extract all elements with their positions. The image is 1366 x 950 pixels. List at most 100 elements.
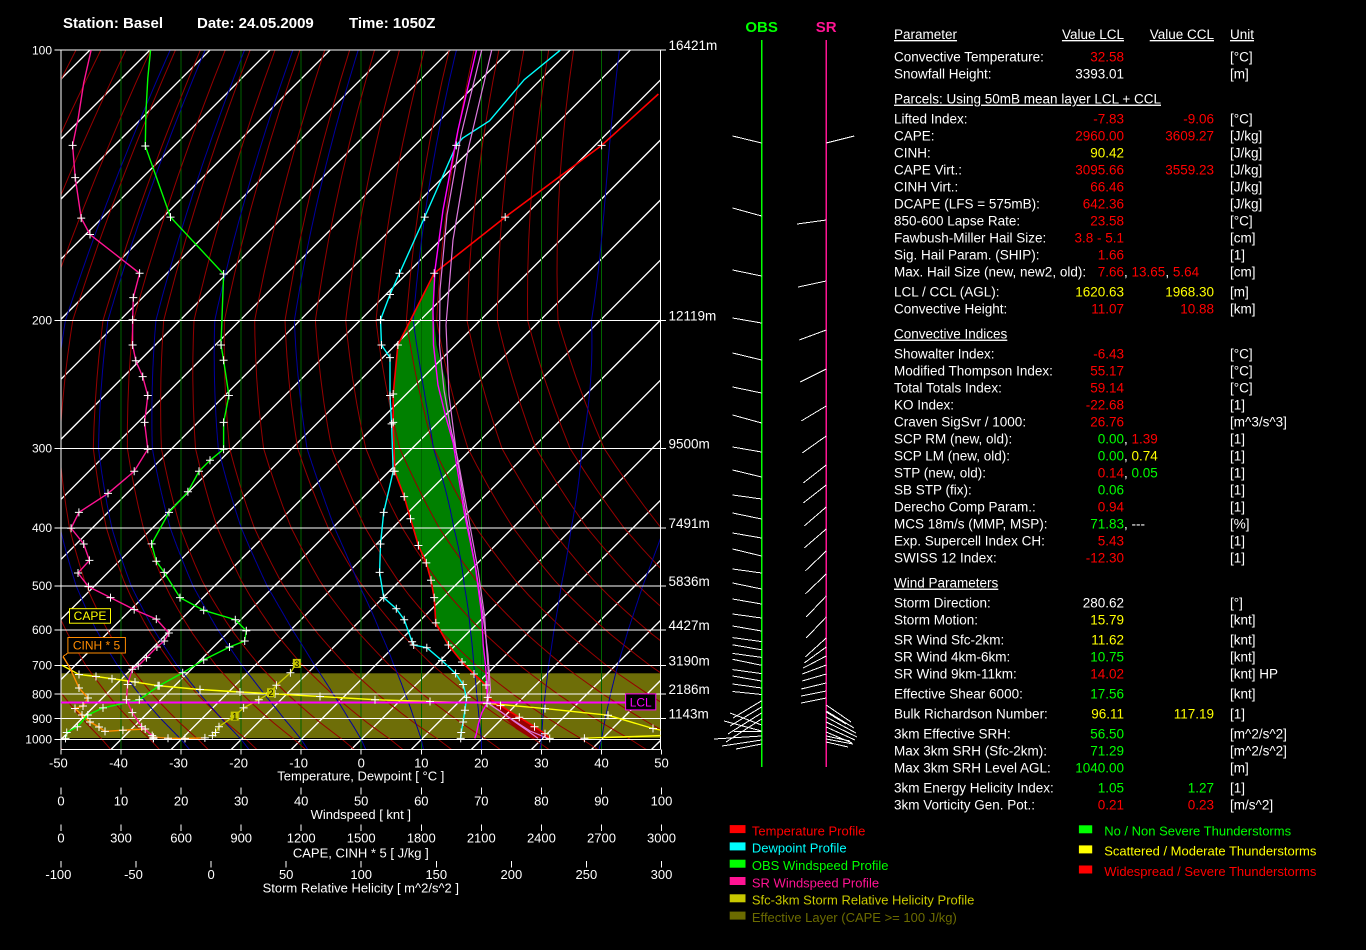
svg-text:0.06: 0.06 [1098,483,1124,498]
svg-text:20: 20 [174,793,188,808]
svg-text:KO Index:: KO Index: [894,398,954,413]
svg-text:0.14: 0.14 [1098,466,1125,481]
svg-text:Temperature, Dewpoint [ °C ]: Temperature, Dewpoint [ °C ] [277,769,444,784]
svg-text:1800: 1800 [407,830,436,845]
svg-text:Dewpoint Profile: Dewpoint Profile [752,841,847,856]
svg-text:, 1.39: , 1.39 [1124,432,1158,447]
svg-text:3190m: 3190m [669,653,710,668]
svg-text:3km Effective SRH:: 3km Effective SRH: [894,727,1011,742]
svg-text:Sig. Hail Param. (SHIP):: Sig. Hail Param. (SHIP): [894,248,1040,263]
svg-text:1000: 1000 [25,733,52,747]
svg-text:Convective Height:: Convective Height: [894,302,1007,317]
svg-text:40: 40 [594,755,608,770]
svg-text:Scattered / Moderate Thunderst: Scattered / Moderate Thunderstorms [1104,844,1317,859]
svg-text:700: 700 [32,659,52,673]
svg-text:2: 2 [268,688,273,698]
svg-text:[1]: [1] [1230,551,1245,566]
svg-text:[1]: [1] [1230,449,1245,464]
svg-text:-12.30: -12.30 [1086,551,1124,566]
svg-text:10: 10 [114,793,128,808]
svg-text:3.8 - 5.1: 3.8 - 5.1 [1074,231,1124,246]
svg-text:LCL / CCL (AGL):: LCL / CCL (AGL): [894,285,1000,300]
svg-text:[m]: [m] [1230,285,1249,300]
svg-text:Widespread / Severe Thundersto: Widespread / Severe Thunderstorms [1104,864,1317,879]
svg-text:100: 100 [651,793,673,808]
svg-text:-30: -30 [169,755,188,770]
svg-text:-7.83: -7.83 [1093,112,1124,127]
svg-text:CAPE:: CAPE: [894,129,935,144]
svg-text:0.00: 0.00 [1098,432,1124,447]
svg-text:1620.63: 1620.63 [1075,285,1124,300]
svg-text:2186m: 2186m [669,682,710,697]
svg-text:3: 3 [294,659,299,669]
svg-text:642.36: 642.36 [1083,197,1124,212]
svg-text:SR Wind 4km-6km:: SR Wind 4km-6km: [894,650,1010,665]
svg-text:3000: 3000 [647,830,676,845]
svg-text:66.46: 66.46 [1090,180,1124,195]
svg-text:[m^2/s^2]: [m^2/s^2] [1230,744,1287,759]
svg-text:200: 200 [501,867,523,882]
svg-text:SWISS 12 Index:: SWISS 12 Index: [894,551,997,566]
svg-text:11.62: 11.62 [1091,633,1124,648]
svg-text:900: 900 [230,830,252,845]
svg-text:SR Wind Sfc-2km:: SR Wind Sfc-2km: [894,633,1004,648]
svg-text:-50: -50 [124,867,143,882]
svg-text:5836m: 5836m [669,574,710,589]
svg-text:[%]: [%] [1230,517,1250,532]
svg-text:96.11: 96.11 [1091,707,1124,722]
svg-text:12119m: 12119m [669,309,717,324]
svg-text:55.17: 55.17 [1090,364,1124,379]
svg-text:Parameter: Parameter [894,27,958,42]
svg-text:Effective Shear 6000:: Effective Shear 6000: [894,687,1023,702]
svg-text:-6.43: -6.43 [1093,347,1124,362]
svg-text:90.42: 90.42 [1090,146,1124,161]
svg-text:0.94: 0.94 [1098,500,1125,515]
svg-text:Max 3km SRH (Sfc-2km):: Max 3km SRH (Sfc-2km): [894,744,1047,759]
svg-text:[1]: [1] [1230,500,1245,515]
svg-text:SB STP (fix):: SB STP (fix): [894,483,972,498]
svg-text:Wind Parameters: Wind Parameters [894,576,999,591]
svg-text:SR Wind 9km-11km:: SR Wind 9km-11km: [894,667,1017,682]
svg-text:Exp. Supercell Index CH:: Exp. Supercell Index CH: [894,534,1045,549]
svg-text:Max. Hail Size (new, new2, old: Max. Hail Size (new, new2, old): [894,265,1086,280]
svg-text:[°C]: [°C] [1230,50,1253,65]
svg-text:2400: 2400 [527,830,556,845]
svg-text:[cm]: [cm] [1230,231,1256,246]
svg-text:0: 0 [57,793,64,808]
svg-text:CINH:: CINH: [894,146,931,161]
svg-text:STP (new, old):: STP (new, old): [894,466,986,481]
svg-text:3km Energy Helicity Index:: 3km Energy Helicity Index: [894,781,1054,796]
svg-text:[1]: [1] [1230,432,1245,447]
svg-text:9500m: 9500m [669,437,710,452]
svg-text:Parcels: Using 50mB mean layer: Parcels: Using 50mB mean layer LCL + CCL [894,92,1161,107]
svg-text:Storm Motion:: Storm Motion: [894,613,978,628]
svg-text:50: 50 [654,755,668,770]
svg-text:5.43: 5.43 [1098,534,1124,549]
svg-text:3559.23: 3559.23 [1165,163,1214,178]
svg-text:0.21: 0.21 [1098,798,1124,813]
svg-text:[J/kg]: [J/kg] [1230,129,1262,144]
svg-text:71.29: 71.29 [1090,744,1124,759]
svg-text:[m^3/s^3]: [m^3/s^3] [1230,415,1287,430]
svg-text:1200: 1200 [287,830,316,845]
svg-text:2700: 2700 [587,830,616,845]
svg-text:[knt]: [knt] [1230,633,1256,648]
svg-text:CAPE: CAPE [74,609,107,623]
svg-text:[cm]: [cm] [1230,265,1256,280]
svg-text:, 0.74: , 0.74 [1124,449,1158,464]
svg-text:Storm Relative Helicity [ m^2: Storm Relative Helicity [ m^2/s^2 ] [263,881,459,896]
svg-text:[J/kg]: [J/kg] [1230,180,1262,195]
svg-text:DCAPE (LFS = 575mB):: DCAPE (LFS = 575mB): [894,197,1040,212]
svg-text:Snowfall Height:: Snowfall Height: [894,67,992,82]
svg-text:CINH Virt.:: CINH Virt.: [894,180,958,195]
svg-text:CINH * 5: CINH * 5 [73,639,121,653]
svg-text:56.50: 56.50 [1090,727,1124,742]
svg-text:[m^2/s^2]: [m^2/s^2] [1230,727,1287,742]
svg-text:LCL: LCL [630,695,652,709]
svg-text:1500: 1500 [347,830,376,845]
svg-text:40: 40 [294,793,308,808]
svg-text:[1]: [1] [1230,534,1245,549]
svg-text:Storm Direction:: Storm Direction: [894,596,991,611]
svg-text:[°C]: [°C] [1230,347,1253,362]
svg-text:[J/kg]: [J/kg] [1230,197,1262,212]
